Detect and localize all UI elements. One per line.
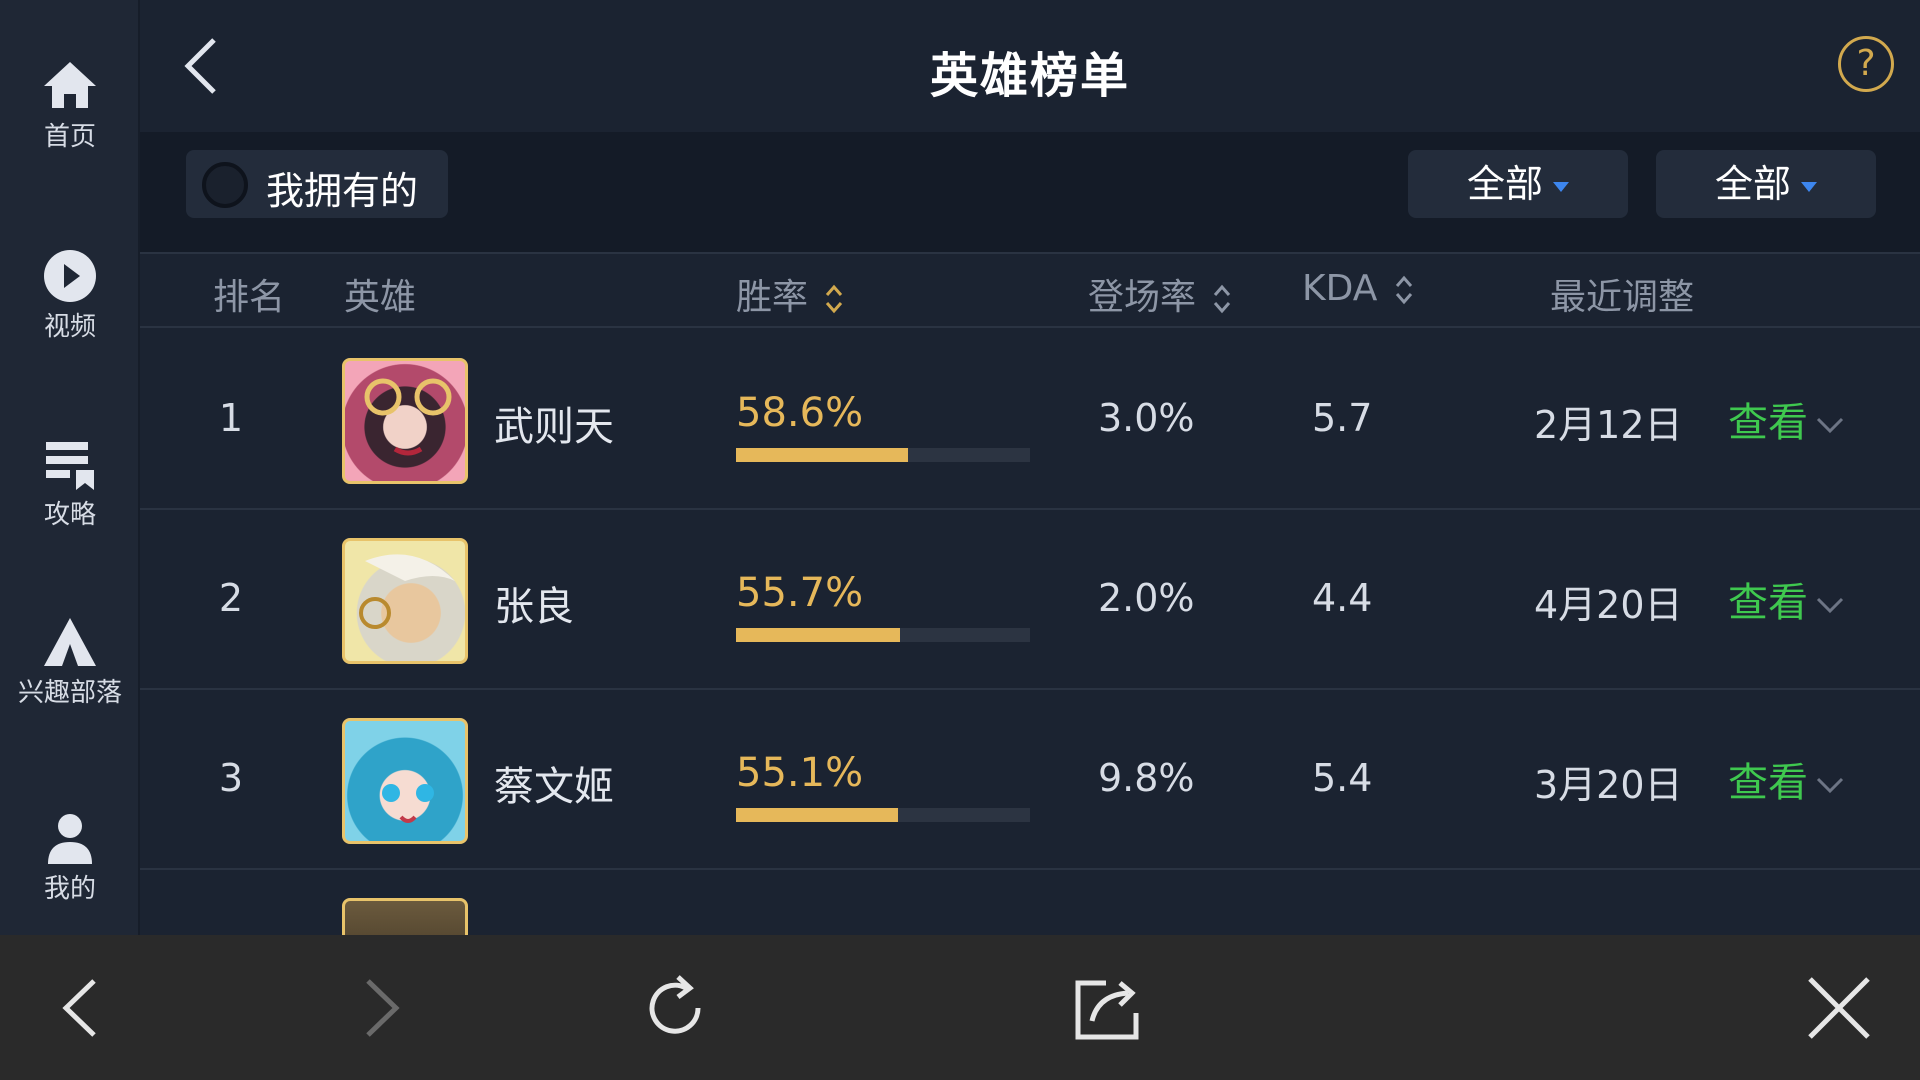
tribe-icon — [44, 618, 96, 666]
hero-portrait-image — [364, 378, 452, 456]
sidebar-item-home[interactable]: 首页 — [0, 58, 140, 153]
play-icon — [44, 250, 96, 302]
sort-icon — [826, 284, 843, 314]
hero-avatar[interactable] — [342, 898, 468, 935]
appearance-value: 9.8% — [1098, 756, 1195, 800]
header-hero: 英雄 — [344, 277, 417, 318]
view-button[interactable]: 查看 — [1728, 390, 1846, 448]
hero-avatar[interactable] — [342, 718, 468, 844]
refresh-icon[interactable] — [640, 973, 710, 1043]
hero-avatar[interactable] — [342, 538, 468, 664]
owned-filter-label: 我拥有的 — [266, 169, 419, 213]
hero-name: 张良 — [494, 584, 574, 630]
close-icon[interactable] — [1804, 973, 1874, 1043]
rank-cell: 2 — [218, 576, 244, 620]
dropdown-value: 全部 — [1714, 162, 1791, 206]
forward-icon[interactable] — [344, 973, 414, 1043]
table-row[interactable]: 3 蔡文姬 55.1% 9.8% 5.4 3月20日 查看 — [140, 690, 1920, 870]
sidebar-item-guide[interactable]: 攻略 — [0, 436, 140, 531]
sidebar-item-label: 兴趣部落 — [17, 678, 122, 708]
header-kda-label: KDA — [1302, 268, 1378, 309]
rank-cell: 3 — [218, 756, 244, 800]
header-appearance[interactable]: 登场率 — [1088, 268, 1233, 320]
winrate-value: 58.6% — [736, 390, 864, 436]
appearance-value: 3.0% — [1098, 396, 1195, 440]
sidebar: 首页 视频 攻略 兴趣部落 我的 — [0, 0, 140, 935]
sidebar-item-label: 首页 — [43, 122, 96, 152]
sidebar-item-label: 视频 — [43, 312, 96, 342]
sidebar-item-me[interactable]: 我的 — [0, 810, 140, 905]
table-header: 排名 英雄 胜率 登场率 KDA 最近调整 — [140, 254, 1920, 328]
hero-portrait-image — [382, 784, 434, 823]
header-kda[interactable]: KDA — [1302, 268, 1415, 309]
appearance-value: 2.0% — [1098, 576, 1195, 620]
winrate-bar — [736, 628, 1030, 642]
rank-cell: 1 — [218, 396, 244, 440]
hero-name: 蔡文姬 — [494, 764, 614, 810]
share-icon[interactable] — [1072, 973, 1142, 1043]
dropdown-value: 全部 — [1466, 162, 1543, 206]
view-label: 查看 — [1728, 760, 1808, 806]
winrate-bar-fill — [736, 448, 909, 462]
recent-date: 2月12日 — [1534, 403, 1683, 447]
chevron-down-icon — [1816, 777, 1844, 794]
table-row[interactable]: 1 武则天 58.6% 3.0% 5.7 2月12日 查看 — [140, 330, 1920, 510]
filter-bar: 我拥有的 全部 全部 — [140, 132, 1920, 254]
hero-avatar[interactable] — [342, 358, 468, 484]
hero-name: 武则天 — [494, 404, 614, 450]
main-panel: 英雄榜单 ? 我拥有的 全部 全部 排名 英雄 胜率 登场率 KDA 最近调整 — [140, 0, 1920, 935]
header-winrate[interactable]: 胜率 — [736, 268, 845, 320]
table-row[interactable]: 2 张良 55.7% 2.0% 4.4 4月20日 查看 — [140, 510, 1920, 690]
winrate-bar-fill — [736, 808, 898, 822]
sort-icon — [1395, 275, 1412, 305]
sidebar-item-tribe[interactable]: 兴趣部落 — [0, 614, 140, 709]
caret-down-icon — [1801, 181, 1817, 192]
user-icon — [48, 814, 92, 864]
hero-portrait-image — [359, 554, 455, 629]
winrate-value: 55.1% — [736, 750, 864, 796]
home-icon — [44, 62, 96, 108]
browser-toolbar — [0, 935, 1920, 1080]
winrate-value: 55.7% — [736, 570, 864, 616]
back-icon[interactable] — [48, 973, 118, 1043]
owned-filter-toggle[interactable]: 我拥有的 — [186, 150, 448, 218]
winrate-bar — [736, 808, 1030, 822]
radio-icon[interactable] — [202, 162, 248, 208]
header: 英雄榜单 ? — [140, 0, 1920, 132]
table-row-partial[interactable] — [140, 870, 1920, 935]
view-button[interactable]: 查看 — [1728, 750, 1846, 808]
header-recent: 最近调整 — [1550, 277, 1695, 318]
header-appearance-label: 登场率 — [1088, 277, 1197, 318]
header-winrate-label: 胜率 — [736, 277, 809, 318]
sidebar-item-video[interactable]: 视频 — [0, 248, 140, 343]
sidebar-item-label: 攻略 — [43, 500, 96, 530]
filter-dropdown-2[interactable]: 全部 — [1656, 150, 1876, 218]
help-button[interactable]: ? — [1838, 36, 1894, 92]
filter-dropdown-1[interactable]: 全部 — [1408, 150, 1628, 218]
view-button[interactable]: 查看 — [1728, 570, 1846, 628]
kda-value: 5.7 — [1312, 396, 1373, 440]
guide-icon — [46, 442, 94, 490]
kda-value: 5.4 — [1312, 756, 1373, 800]
header-rank: 排名 — [213, 277, 286, 318]
chevron-down-icon — [1816, 417, 1844, 434]
view-label: 查看 — [1728, 580, 1808, 626]
chevron-down-icon — [1816, 597, 1844, 614]
caret-down-icon — [1553, 181, 1569, 192]
kda-value: 4.4 — [1312, 576, 1373, 620]
winrate-bar-fill — [736, 628, 900, 642]
sort-icon — [1214, 284, 1231, 314]
recent-date: 3月20日 — [1534, 763, 1683, 807]
page-title: 英雄榜单 — [929, 48, 1130, 104]
sidebar-item-label: 我的 — [43, 874, 96, 904]
view-label: 查看 — [1728, 400, 1808, 446]
winrate-bar — [736, 448, 1030, 462]
recent-date: 4月20日 — [1534, 583, 1683, 627]
